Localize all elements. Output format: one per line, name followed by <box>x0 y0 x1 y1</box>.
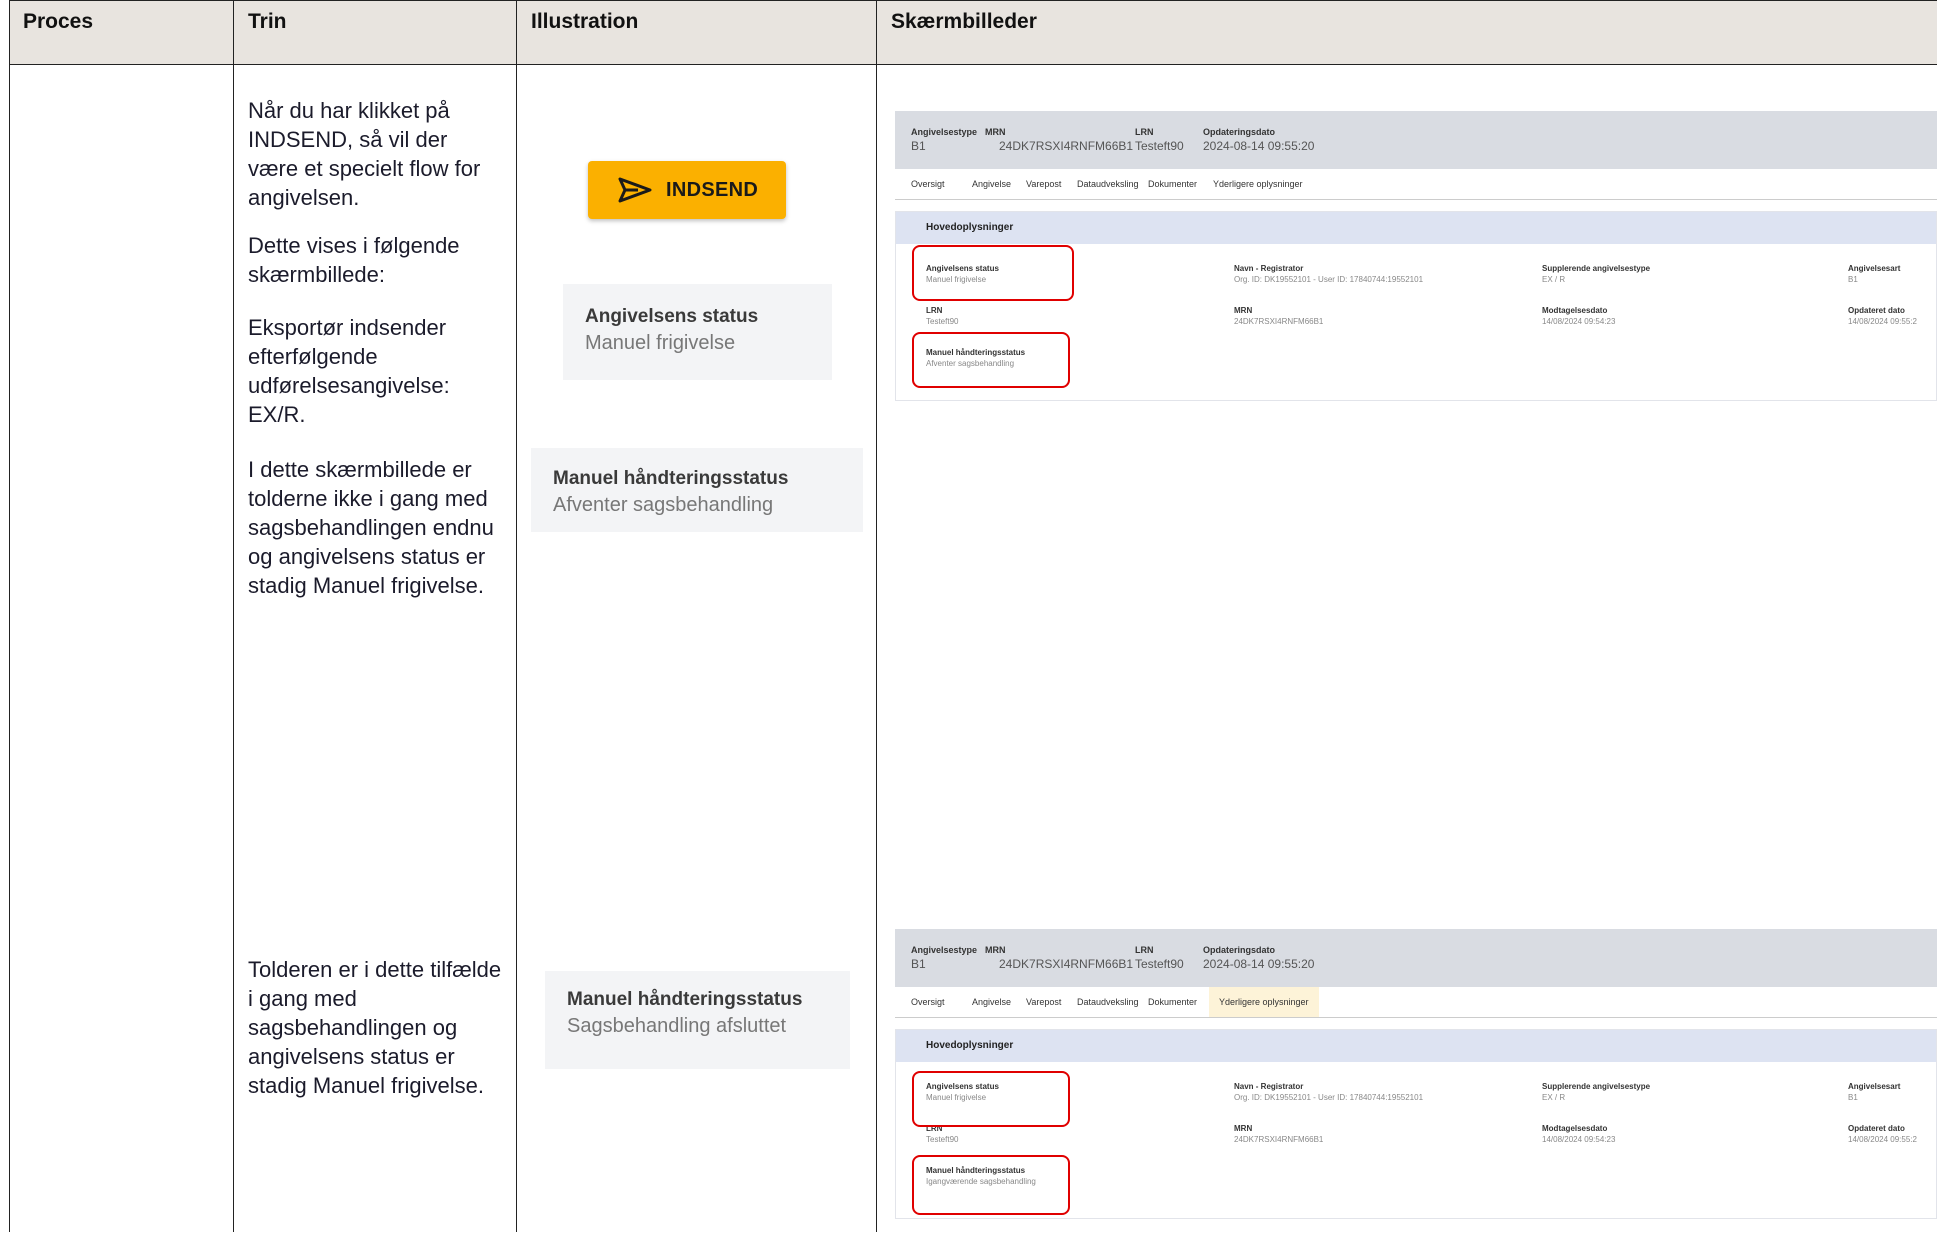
tab-varepost[interactable]: Varepost <box>1022 169 1065 199</box>
field-value: B1 <box>1848 275 1858 284</box>
card-label: Manuel håndteringsstatus <box>553 468 789 489</box>
send-icon <box>618 177 652 203</box>
tab-bar: Oversigt Angivelse Varepost Dataudveksli… <box>895 987 1937 1018</box>
field-key: Modtagelsesdato <box>1542 1124 1608 1133</box>
field-value: 14/08/2024 09:54:23 <box>1542 317 1616 326</box>
field-key: Opdateret dato <box>1848 1124 1905 1133</box>
field-key: Modtagelsesdato <box>1542 306 1608 315</box>
header-value: 24DK7RSXI4RNFM66B1 <box>999 139 1134 153</box>
tab-oversigt[interactable]: Oversigt <box>907 169 949 199</box>
highlight-box <box>912 245 1074 301</box>
field-key: Supplerende angivelsestype <box>1542 1082 1651 1091</box>
handling-status-card: Manuel håndteringsstatus Afventer sagsbe… <box>531 448 863 532</box>
grid-line <box>876 0 877 1232</box>
header-key: LRN <box>1135 127 1154 137</box>
declaration-header: Angivelsestype B1 MRN 24DK7RSXI4RNFM66B1 L… <box>895 929 1937 987</box>
step-text-3: Eksportør indsender efterfølgende udføre… <box>248 315 450 427</box>
highlight-box <box>912 1071 1070 1127</box>
tab-dataudveksling[interactable]: Dataudveksling <box>1073 987 1143 1017</box>
document-page: Proces Trin Illustration Skærmbilleder N… <box>0 0 1937 1232</box>
tab-dataudveksling[interactable]: Dataudveksling <box>1073 169 1143 199</box>
field-value: B1 <box>1848 1093 1858 1102</box>
field-value: 24DK7RSXI4RNFM66B1 <box>1234 317 1324 326</box>
panel-title: Hovedoplysninger <box>926 1040 1014 1051</box>
header-key: LRN <box>1135 945 1154 955</box>
step-text-5: Tolderen er i dette tilfælde i gang med … <box>248 957 502 1098</box>
header-key: Angivelsestype <box>911 127 978 137</box>
panel-header: Hovedoplysninger <box>896 212 1936 244</box>
header-value: Testeft90 <box>1135 957 1184 971</box>
grid-line <box>9 0 1937 1</box>
field-value: Org. ID: DK19552101 - User ID: 17840744:… <box>1234 1093 1424 1102</box>
card-value: Afventer sagsbehandling <box>553 494 774 516</box>
field-key: Angivelsesart <box>1848 264 1901 273</box>
declaration-header: Angivelsestype B1 MRN 24DK7RSXI4RNFM66B1 L… <box>895 111 1937 169</box>
header-key: MRN <box>985 127 1006 137</box>
header-value: 24DK7RSXI4RNFM66B1 <box>999 957 1134 971</box>
header-value: 2024-08-14 09:55:20 <box>1203 139 1315 153</box>
tab-yderligere-oplysninger[interactable]: Yderligere oplysninger <box>1209 169 1307 199</box>
panel-title: Hovedoplysninger <box>926 222 1014 233</box>
card-value: Manuel frigivelse <box>585 332 736 354</box>
header-value: Testeft90 <box>1135 139 1184 153</box>
tab-varepost[interactable]: Varepost <box>1022 987 1065 1017</box>
field-value: Testeft90 <box>926 1135 959 1144</box>
field-value: EX / R <box>1542 275 1566 284</box>
tab-dokumenter[interactable]: Dokumenter <box>1144 987 1201 1017</box>
indsend-button[interactable]: INDSEND <box>588 161 786 219</box>
header-proces: Proces <box>23 10 94 33</box>
header-trin: Trin <box>248 10 287 33</box>
panel-header: Hovedoplysninger <box>896 1030 1936 1062</box>
tab-yderligere-oplysninger[interactable]: Yderligere oplysninger <box>1209 987 1319 1017</box>
step-text-4: I dette skærmbillede er tolderne ikke i … <box>248 457 494 598</box>
highlight-box <box>912 1155 1070 1215</box>
card-label: Manuel håndteringsstatus <box>567 989 803 1010</box>
tab-angivelse[interactable]: Angivelse <box>968 987 1015 1017</box>
grid-line <box>516 0 517 1232</box>
field-value: 14/08/2024 09:54:23 <box>1542 1135 1616 1144</box>
field-key: Navn - Registrator <box>1234 264 1304 273</box>
screenshot-2: Angivelsestype B1 MRN 24DK7RSXI4RNFM66B1 L… <box>895 929 1937 1234</box>
field-key: LRN <box>926 306 943 315</box>
tab-dokumenter[interactable]: Dokumenter <box>1144 169 1201 199</box>
grid-line <box>9 64 1937 65</box>
header-value: B1 <box>911 957 926 971</box>
grid-line <box>233 0 234 1232</box>
field-key: Opdateret dato <box>1848 306 1905 315</box>
field-value: 14/08/2024 09:55:2 <box>1848 1135 1917 1144</box>
handling-status-card-2: Manuel håndteringsstatus Sagsbehandling … <box>545 971 850 1069</box>
field-key: Navn - Registrator <box>1234 1082 1304 1091</box>
tab-oversigt[interactable]: Oversigt <box>907 987 949 1017</box>
grid-line <box>9 0 10 1232</box>
field-value: Testeft90 <box>926 317 959 326</box>
field-key: Supplerende angivelsestype <box>1542 264 1651 273</box>
card-value: Sagsbehandling afsluttet <box>567 1015 787 1037</box>
header-key: MRN <box>985 945 1006 955</box>
header-skaermbilleder: Skærmbilleder <box>891 10 1037 33</box>
header-value: 2024-08-14 09:55:20 <box>1203 957 1315 971</box>
indsend-label: INDSEND <box>666 178 759 201</box>
tab-bar: Oversigt Angivelse Varepost Dataudveksli… <box>895 169 1937 200</box>
screenshot-1: Angivelsestype B1 MRN 24DK7RSXI4RNFM66B1 L… <box>895 111 1937 416</box>
header-key: Angivelsestype <box>911 945 978 955</box>
header-key: Opdateringsdato <box>1203 127 1276 137</box>
field-key: MRN <box>1234 306 1253 315</box>
field-value: 24DK7RSXI4RNFM66B1 <box>1234 1135 1324 1144</box>
field-key: MRN <box>1234 1124 1253 1133</box>
field-value: EX / R <box>1542 1093 1566 1102</box>
field-value: Org. ID: DK19552101 - User ID: 17840744:… <box>1234 275 1424 284</box>
status-card: Angivelsens status Manuel frigivelse <box>563 284 832 380</box>
field-value: 14/08/2024 09:55:2 <box>1848 317 1917 326</box>
field-key: Angivelsesart <box>1848 1082 1901 1091</box>
tab-angivelse[interactable]: Angivelse <box>968 169 1015 199</box>
header-key: Opdateringsdato <box>1203 945 1276 955</box>
card-label: Angivelsens status <box>585 306 759 327</box>
step-text-2: Dette vises i følgende skærmbillede: <box>248 233 460 287</box>
header-value: B1 <box>911 139 926 153</box>
highlight-box <box>912 332 1070 388</box>
header-illustration: Illustration <box>531 10 639 33</box>
step-text-1: Når du har klikket på INDSEND, så vil de… <box>248 98 481 210</box>
